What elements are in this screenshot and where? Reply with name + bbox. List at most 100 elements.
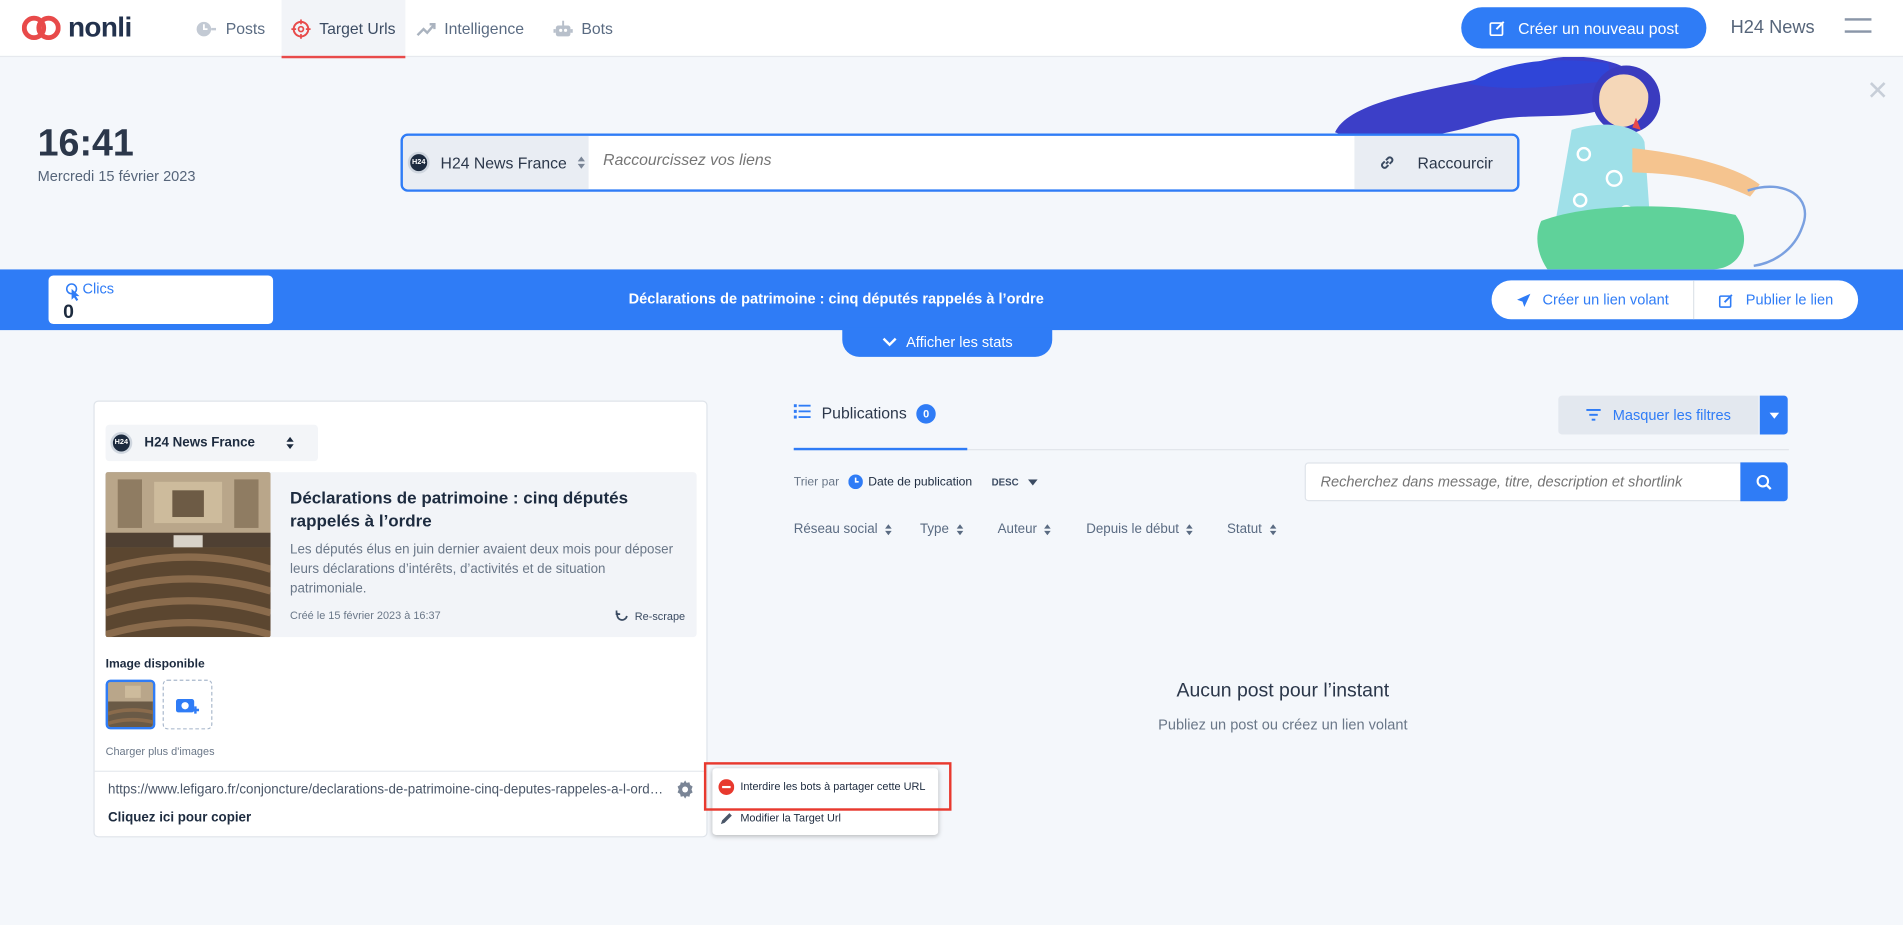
filter-label: Type — [919, 521, 949, 537]
create-flying-link-button[interactable]: Créer un lien volant — [1492, 280, 1695, 320]
sort-field-label: Date de publication — [868, 475, 973, 489]
gear-icon[interactable] — [676, 780, 694, 799]
url-settings-menu: Interdire les bots à partager cette URL … — [712, 768, 939, 835]
nav-label-target-urls: Target Urls — [319, 19, 396, 38]
edit-target-url-label: Modifier la Target Url — [740, 811, 841, 825]
new-post-button[interactable]: Créer un nouveau post — [1461, 7, 1707, 49]
show-stats-button[interactable]: Afficher les stats — [842, 327, 1053, 357]
nav-label-intelligence: Intelligence — [444, 19, 525, 38]
nav-label-bots: Bots — [581, 19, 613, 38]
link-actions: Créer un lien volant Publier le lien — [1491, 280, 1859, 320]
pencil-icon — [720, 812, 732, 824]
tab-publications[interactable]: Publications 0 — [793, 401, 968, 451]
filters-dropdown-toggle[interactable] — [1759, 395, 1788, 435]
preview-created-date: Créé le 15 février 2023 à 16:37 — [290, 609, 441, 622]
shortener-account-select[interactable]: H24 H24 News France — [402, 135, 589, 190]
publish-link-label: Publier le lien — [1745, 291, 1834, 309]
shorten-input[interactable] — [603, 150, 1332, 169]
edit-icon — [1489, 21, 1505, 37]
clock-time: 16:41 — [37, 121, 134, 164]
filter-author[interactable]: Auteur — [998, 522, 1052, 536]
search-button[interactable] — [1740, 462, 1788, 502]
sort-caret-icon — [1186, 523, 1194, 535]
empty-state-subtitle: Publiez un post ou créez un lien volant — [1158, 716, 1408, 734]
hide-filters-button[interactable]: Masquer les filtres — [1558, 395, 1759, 435]
list-icon — [793, 404, 811, 419]
url-row: https://www.lefigaro.fr/conjoncture/decl… — [94, 770, 707, 837]
hide-filters-label: Masquer les filtres — [1612, 406, 1731, 424]
chevron-down-icon — [1768, 412, 1779, 419]
publications-search-input[interactable] — [1320, 473, 1734, 491]
account-name[interactable]: H24 News — [1731, 17, 1815, 38]
preview-image — [105, 472, 271, 638]
chevron-down-icon — [882, 337, 897, 347]
search-icon — [1756, 474, 1772, 490]
sort-field-select[interactable]: Date de publication — [848, 474, 973, 490]
menu-item-edit-target-url[interactable]: Modifier la Target Url — [712, 803, 938, 832]
shortener-account-label: H24 News France — [440, 153, 567, 172]
copy-url-link[interactable]: Cliquez ici pour copier — [108, 811, 251, 826]
url-summary-bar: Clics 0 Déclarations de patrimoine : cin… — [0, 269, 1903, 331]
menu-item-forbid-bots[interactable]: Interdire les bots à partager cette URL — [712, 772, 938, 801]
close-icon[interactable]: ✕ — [1867, 75, 1889, 107]
filter-icon — [1586, 409, 1601, 421]
filter-label: Depuis le début — [1086, 521, 1180, 537]
send-icon — [1517, 293, 1531, 307]
sort-caret-icon — [885, 523, 892, 535]
selected-image-thumbnail[interactable] — [105, 679, 156, 730]
publish-link-button[interactable]: Publier le lien — [1694, 280, 1858, 319]
nav-item-intelligence[interactable]: Intelligence — [416, 0, 524, 57]
logo[interactable]: nonli — [21, 10, 132, 44]
nav-item-bots[interactable]: Bots — [553, 0, 613, 57]
sort-caret-icon — [577, 156, 586, 169]
publications-label: Publications — [821, 404, 907, 423]
filter-status[interactable]: Statut — [1227, 521, 1277, 537]
h24-avatar: H24 — [110, 432, 133, 454]
link-icon — [1380, 156, 1394, 169]
edit-icon — [1719, 293, 1734, 308]
sort-caret-icon — [1044, 523, 1052, 535]
sort-direction-select[interactable]: DESC — [991, 476, 1039, 488]
nonli-logo-icon — [21, 15, 61, 40]
filter-label: Statut — [1227, 521, 1262, 537]
target-icon — [291, 18, 311, 39]
sort-controls: Trier par Date de publication DESC — [793, 474, 1039, 490]
link-preview: Déclarations de patrimoine : cinq député… — [105, 472, 697, 638]
nav-item-target-urls[interactable]: Target Urls — [281, 0, 406, 59]
publications-count-badge: 0 — [916, 404, 936, 424]
nav-item-posts[interactable]: Posts — [195, 0, 265, 57]
filter-social-network[interactable]: Réseau social — [793, 521, 892, 537]
robot-icon — [553, 20, 573, 36]
card-account-label: H24 News France — [144, 435, 255, 451]
hamburger-menu-icon[interactable] — [1844, 18, 1872, 35]
create-flying-link-label: Créer un lien volant — [1542, 291, 1669, 309]
new-post-label: Créer un nouveau post — [1518, 18, 1679, 38]
target-url-title: Déclarations de patrimoine : cinq député… — [628, 290, 1044, 308]
rescrape-button[interactable]: Re-scrape — [615, 609, 685, 622]
no-entry-icon — [718, 778, 735, 795]
refresh-icon — [615, 610, 628, 621]
card-account-select[interactable]: H24 H24 News France — [105, 424, 318, 462]
filter-label: Réseau social — [793, 521, 878, 537]
shorten-button[interactable]: Raccourcir — [1354, 135, 1518, 190]
trend-icon — [416, 22, 436, 36]
current-date: Mercredi 15 février 2023 — [37, 167, 196, 185]
load-more-images-link[interactable]: Charger plus d'images — [106, 745, 215, 757]
sort-caret-icon — [956, 523, 964, 535]
sort-by-label: Trier par — [793, 475, 840, 489]
filter-type[interactable]: Type — [919, 521, 964, 537]
add-image-button[interactable] — [162, 679, 213, 730]
sort-direction-label: DESC — [991, 476, 1019, 488]
caret-down-icon — [1028, 478, 1039, 485]
top-nav: nonli Posts Target Urls Intelligence Bot… — [0, 0, 1903, 59]
shorten-button-label: Raccourcir — [1417, 153, 1493, 172]
clock-icon — [196, 21, 217, 36]
sort-caret-icon — [1269, 523, 1277, 535]
logo-text: nonli — [67, 10, 132, 43]
empty-state-title: Aucun post pour l’instant — [1176, 680, 1390, 702]
filter-since[interactable]: Depuis le début — [1086, 521, 1194, 537]
forbid-bots-label: Interdire les bots à partager cette URL — [740, 780, 926, 793]
target-url-text[interactable]: https://www.lefigaro.fr/conjoncture/decl… — [108, 783, 666, 798]
preview-title: Déclarations de patrimoine : cinq député… — [290, 487, 629, 531]
rescrape-label: Re-scrape — [634, 609, 686, 622]
